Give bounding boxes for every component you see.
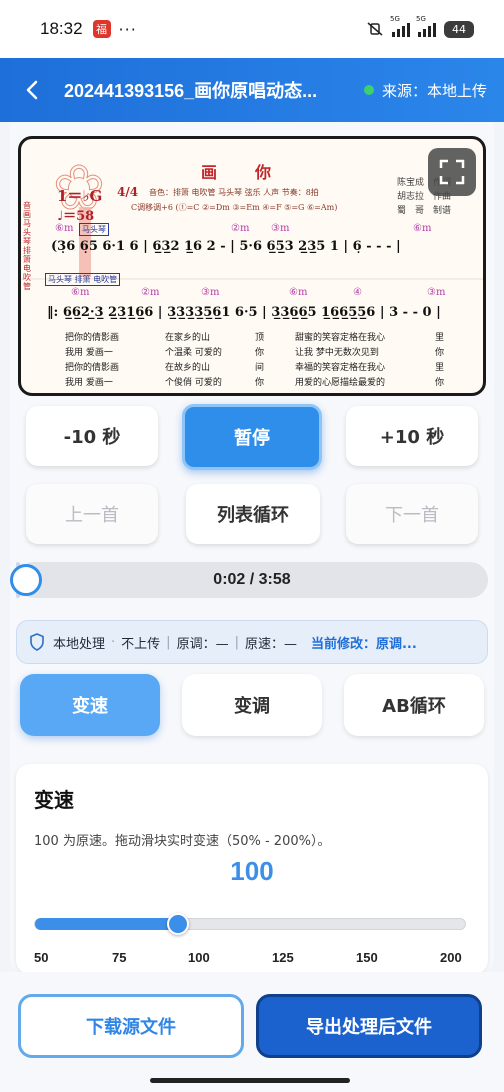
source-label: 来源：本地上传 [382,81,488,100]
tick-50: 50 [34,950,49,965]
chord-mark-5: ⑥m [71,287,90,298]
speed-value: 100 [230,856,274,886]
chord-mark-3: ③m [271,223,290,234]
signal-icon-1: 5G [390,15,410,37]
forward-10s-button[interactable]: +10 秒 [346,406,478,466]
bottom-action-bar: 下载源文件 导出处理后文件 [0,972,504,1092]
no-upload-label: 不上传 [121,636,161,652]
playback-time: 0:02 / 3:58 [213,571,291,588]
rewind-10s-button[interactable]: -10 秒 [26,406,158,466]
speed-panel: 变速 100 为原速。拖动滑块实时变速（50% - 200%）。 100 50 … [16,764,488,974]
status-time: 18:32 [40,19,83,38]
tick-125: 125 [272,950,294,965]
chord-mark-6: ②m [141,287,160,298]
chord-mark-4: ⑥m [413,223,432,234]
score-side-text: 音画 马头琴 排箫 电吹管 [23,201,31,291]
tick-100: 100 [188,950,210,965]
app-notification-icon: 福 [92,20,111,38]
dot-separator: · [111,634,116,650]
battery-icon: 44 [444,20,474,38]
page-title: 202441393156_画你原唱动态... [64,81,318,101]
chord-mark-8: ⑥m [289,287,308,298]
lyric-row: 把你的倩影画 在家乡的山顶甜蜜的笑容定格在我心里 [65,333,445,343]
loop-mode-button[interactable]: 列表循环 [186,484,320,544]
score-tag-2: 马头琴 排箫 电吹管 [45,273,121,286]
original-speed-label: 原速：— [244,636,297,652]
tick-150: 150 [356,950,378,965]
lyric-row: 我用 爱画一 个俊俏 可爱的你用爱的心愿描绘最爱的你 [65,378,445,388]
download-source-button[interactable]: 下载源文件 [18,994,244,1058]
separator: | [166,634,171,650]
playback-progress-bar[interactable]: 0:02 / 3:58 [10,562,488,598]
more-notifications-icon: ··· [118,19,137,39]
lyric-row: 我用 爱画一 个温柔 可爱的你让我 梦中无数次见到你 [65,348,445,358]
chord-mark-1: ⑥m [55,223,74,234]
score-lyrics: 把你的倩影画 在家乡的山顶甜蜜的笑容定格在我心里 我用 爱画一 个温柔 可爱的你让我… [65,331,475,391]
current-modification-label: 当前修改：原调... [310,636,417,652]
status-icons: 5G 5G 44 [366,15,474,38]
export-processed-button[interactable]: 导出处理后文件 [256,994,482,1058]
speed-slider[interactable] [34,913,466,935]
local-processing-label: 本地处理 [53,636,106,652]
main-content: ❀ 画 你 1＝♭G 4/4 ♩＝58 音色：排箫 电吹管 马头琴 弦乐 人声 … [10,122,494,974]
tab-speed[interactable]: 变速 [20,674,160,736]
progress-handle[interactable] [10,564,42,596]
tick-200: 200 [440,950,462,965]
app-header: 202441393156_画你原唱动态... 来源：本地上传 [0,58,504,122]
previous-track-button[interactable]: 上一首 [26,484,158,544]
lyric-row: 把你的倩影画 在故乡的山间幸福的笑容定格在我心里 [65,363,445,373]
score-tag-1: 马头琴 [79,223,109,236]
tab-pitch[interactable]: 变调 [182,674,322,736]
score-title: 画 你 [201,163,274,182]
speed-slider-handle[interactable] [167,913,190,935]
score-fingering-note: C调移调+6 (①=C ②=Dm ③=Em ④=F ⑤=G ⑥=Am) [131,203,338,212]
vibrate-mute-icon [367,22,383,36]
home-indicator[interactable] [150,1078,350,1083]
next-track-button[interactable]: 下一首 [346,484,478,544]
score-line-1: (3̣6 6̣5 6·1 6 | 6̲3̲2 1̲6 2 - | 5·6 6̲5… [51,239,401,254]
signal-icon-2: 5G [416,15,436,37]
score-key: 1＝♭G [57,187,103,205]
score-tempo: ♩＝58 [57,209,95,224]
original-key-label: 原调：— [176,636,229,652]
speed-slider-fill [35,918,179,930]
chord-mark-7: ③m [201,287,220,298]
tab-ab-loop[interactable]: AB循环 [344,674,484,736]
status-bar: 18:32 福 ··· 5G 5G 44 [0,0,504,58]
score-credits-3: 蜀 哥 制谱 [397,206,452,216]
chord-mark-9: ④ [353,287,362,298]
score-image[interactable]: ❀ 画 你 1＝♭G 4/4 ♩＝58 音色：排箫 电吹管 马头琴 弦乐 人声 … [18,136,486,396]
fullscreen-button[interactable] [428,148,476,196]
processing-info-bar: 本地处理 · 不上传 | 原调：— | 原速：— 当前修改：原调... [16,620,488,664]
score-instrument-note: 音色：排箫 电吹管 马头琴 弦乐 人声 节奏：8拍 [149,188,319,197]
shield-icon [30,633,44,651]
pause-button[interactable]: 暂停 [182,404,322,470]
tick-75: 75 [112,950,127,965]
speed-panel-title: 变速 [34,788,74,812]
score-line-2: ‖: 6̲6̲2·̲3̲ 2̲3̲1̲6̲6 | 3̲3̲3̲3̲5̲6̲1 6… [47,305,441,320]
chord-mark-2: ②m [231,223,250,234]
speed-description: 100 为原速。拖动滑块实时变速（50% - 200%）。 [34,834,331,849]
score-meter: 4/4 [117,185,139,199]
back-chevron-icon[interactable] [22,79,44,101]
source-status-dot [364,85,374,95]
separator: | [234,634,239,650]
fullscreen-icon [439,159,465,185]
chord-mark-10: ③m [427,287,446,298]
